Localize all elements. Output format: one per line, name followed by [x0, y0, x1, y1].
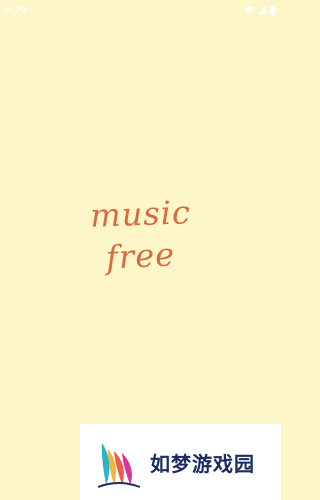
logo-word-music: music	[89, 193, 192, 235]
wifi-icon	[245, 6, 254, 14]
watermark-text: 如梦游戏园	[150, 451, 255, 476]
watermark-logo-icon	[97, 443, 141, 488]
logo-word-free: free	[105, 235, 176, 277]
watermark-banner: 如梦游戏园	[80, 424, 281, 500]
status-icons	[245, 5, 275, 15]
status-time: 6:29	[4, 4, 28, 16]
status-bar: 6:29	[0, 0, 281, 20]
battery-icon	[270, 5, 275, 15]
app-logo: music free	[0, 193, 281, 277]
signal-icon	[258, 6, 266, 14]
